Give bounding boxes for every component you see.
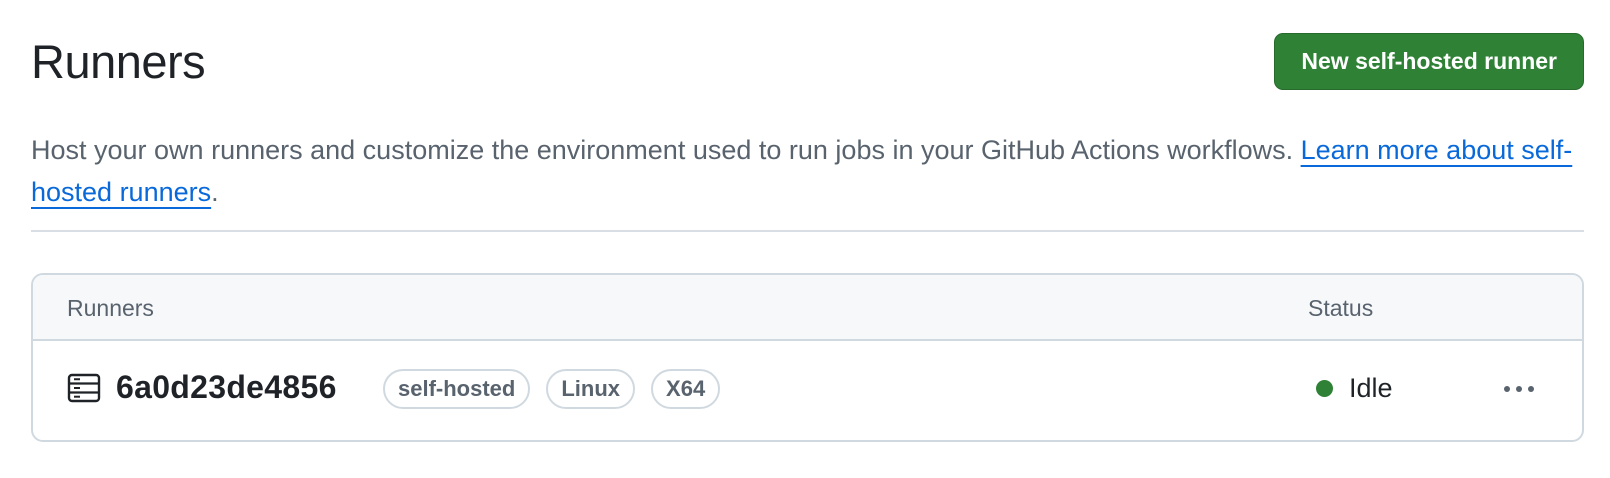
description-period: . [211,177,219,207]
page-header: Runners New self-hosted runner [31,30,1584,92]
runner-status: Idle [1316,373,1393,404]
server-icon [67,373,101,403]
kebab-horizontal-icon[interactable] [1495,371,1543,407]
runner-row: 6a0d23de4856 self-hosted Linux X64 Idle [33,341,1582,440]
dot [1504,386,1510,392]
new-self-hosted-runner-button[interactable]: New self-hosted runner [1274,32,1584,90]
page-title: Runners [31,34,206,88]
status-text: Idle [1349,373,1393,403]
table-header: Runners Status [33,275,1582,341]
runner-name[interactable]: 6a0d23de4856 [116,369,337,406]
runners-table: Runners Status 6a0d23de4856 self-hosted … [31,273,1584,442]
label-linux: Linux [546,369,636,409]
label-x64: X64 [651,369,721,409]
page-description: Host your own runners and customize the … [31,129,1591,213]
label-self-hosted: self-hosted [383,369,531,409]
section-divider [31,230,1584,232]
column-header-status: Status [1308,295,1374,321]
dot [1516,386,1522,392]
runner-labels: self-hosted Linux X64 [383,369,721,409]
dot [1528,386,1534,392]
column-header-runners: Runners [67,295,154,321]
status-indicator-dot [1316,380,1333,397]
description-text: Host your own runners and customize the … [31,135,1301,165]
